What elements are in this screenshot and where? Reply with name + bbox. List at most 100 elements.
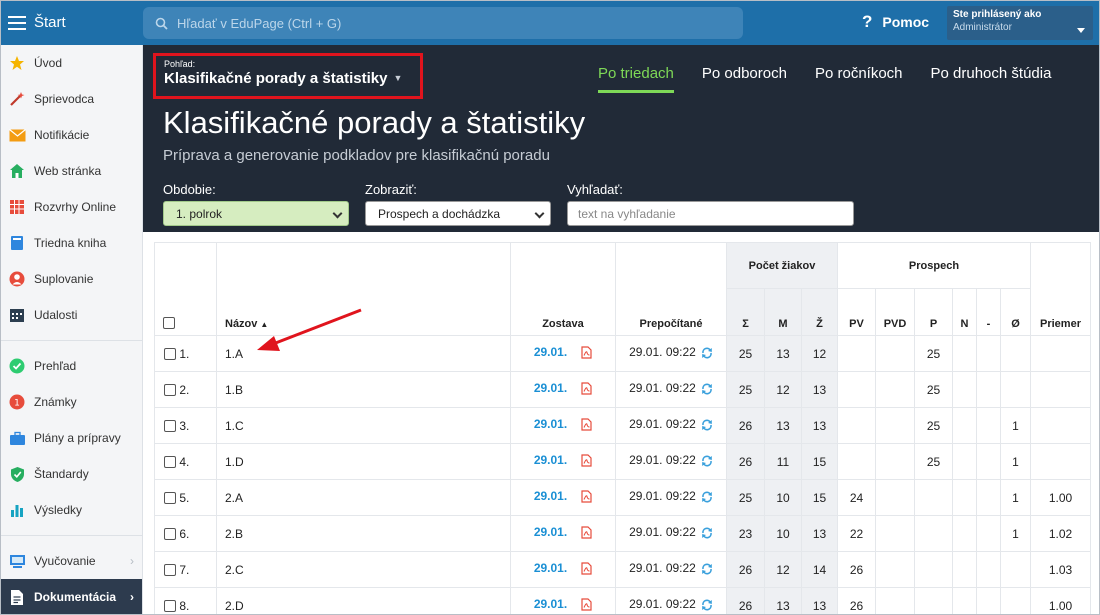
table-row[interactable]: 5. 2.A 29.01. 29.01. 09:22 25 10 15 24 1 1.00: [154, 479, 1091, 516]
zobrazit-select[interactable]: Prospech a dochádzka: [365, 201, 551, 226]
cell-dash: [976, 551, 1001, 588]
zostava-link[interactable]: 29.01.: [534, 489, 567, 503]
zostava-link[interactable]: 29.01.: [534, 561, 567, 575]
class-name[interactable]: 2.B: [216, 515, 511, 552]
row-select-cell: 2.: [154, 371, 217, 408]
sidebar-item-dokumentacia[interactable]: Dokumentácia ›: [0, 579, 142, 615]
zostava-link[interactable]: 29.01.: [534, 597, 567, 611]
refresh-icon[interactable]: [701, 347, 713, 362]
table-row[interactable]: 1. 1.A 29.01. 29.01. 09:22 25 13 12 25: [154, 335, 1091, 372]
user-menu[interactable]: Ste prihlásený ako Administrátor: [947, 6, 1093, 40]
obdobie-select[interactable]: 1. polrok: [163, 201, 349, 226]
sidebar-item-vyucovanie[interactable]: Vyučovanie ›: [0, 543, 142, 579]
pdf-icon[interactable]: [581, 346, 592, 362]
bar-chart-icon: [8, 501, 26, 519]
refresh-icon[interactable]: [701, 527, 713, 542]
prepocitane-value: 29.01. 09:22: [629, 561, 696, 575]
tab-po-druhoch-studia[interactable]: Po druhoch štúdia: [931, 65, 1052, 93]
refresh-icon[interactable]: [701, 383, 713, 398]
cell-sum: 26: [726, 443, 765, 480]
column-n: N: [952, 288, 977, 336]
cell-n: [952, 371, 977, 408]
pdf-icon[interactable]: [581, 562, 592, 578]
zostava-link[interactable]: 29.01.: [534, 381, 567, 395]
cell-n: [952, 335, 977, 372]
zostava-link[interactable]: 29.01.: [534, 525, 567, 539]
sidebar-item-uvod[interactable]: Úvod: [0, 45, 142, 81]
sidebar-item-rozvrhy-online[interactable]: Rozvrhy Online: [0, 189, 142, 225]
column-nazov[interactable]: Názov ▲: [216, 242, 511, 336]
pdf-icon[interactable]: [581, 382, 592, 398]
zostava-link[interactable]: 29.01.: [534, 417, 567, 431]
row-checkbox[interactable]: [164, 455, 176, 468]
sidebar-divider: [0, 333, 142, 341]
sidebar-item-web-stranka[interactable]: Web stránka: [0, 153, 142, 189]
class-name[interactable]: 2.A: [216, 479, 511, 516]
sidebar-item-sprievodca[interactable]: Sprievodca: [0, 81, 142, 117]
hamburger-icon: [8, 15, 26, 30]
row-checkbox[interactable]: [164, 383, 176, 396]
sidebar-item-vysledky[interactable]: Výsledky: [0, 492, 142, 528]
class-name[interactable]: 1.D: [216, 443, 511, 480]
sidebar-item-prehlad[interactable]: Prehľad: [0, 348, 142, 384]
table-row[interactable]: 3. 1.C 29.01. 29.01. 09:22 26 13 13 25 1: [154, 407, 1091, 444]
cell-pvd: [875, 371, 915, 408]
select-all-checkbox[interactable]: [163, 317, 175, 329]
cell-pvd: [875, 515, 915, 552]
sidebar-item-plany-a-pripravy[interactable]: Plány a prípravy: [0, 420, 142, 456]
refresh-icon[interactable]: [701, 563, 713, 578]
table-row[interactable]: 2. 1.B 29.01. 29.01. 09:22 25 12 13 25: [154, 371, 1091, 408]
tab-po-rocnikoch[interactable]: Po ročníkoch: [815, 65, 903, 93]
cell-p: [914, 515, 953, 552]
class-name[interactable]: 1.B: [216, 371, 511, 408]
cell-z: 13: [801, 587, 838, 615]
zostava-link[interactable]: 29.01.: [534, 345, 567, 359]
help-button[interactable]: ? Pomoc: [862, 12, 929, 32]
refresh-icon[interactable]: [701, 491, 713, 506]
tab-po-triedach[interactable]: Po triedach: [598, 65, 674, 93]
class-name[interactable]: 2.C: [216, 551, 511, 588]
column-prepocitane: Prepočítané: [615, 242, 727, 336]
zostava-link[interactable]: 29.01.: [534, 453, 567, 467]
page-header: Pohľad: Klasifikačné porady a štatistiky…: [143, 45, 1100, 232]
row-checkbox[interactable]: [164, 599, 176, 612]
vyhladat-input[interactable]: text na vyhľadanie: [567, 201, 854, 226]
pdf-icon[interactable]: [581, 454, 592, 470]
table-row[interactable]: 6. 2.B 29.01. 29.01. 09:22 23 10 13 22 1 1.02: [154, 515, 1091, 552]
table-row[interactable]: 8. 2.D 29.01. 29.01. 09:22 26 13 13 26 1.00: [154, 587, 1091, 615]
class-name[interactable]: 2.D: [216, 587, 511, 615]
row-checkbox[interactable]: [164, 491, 176, 504]
table-row[interactable]: 4. 1.D 29.01. 29.01. 09:22 26 11 15 25 1: [154, 443, 1091, 480]
sidebar-item-standardy[interactable]: Štandardy: [0, 456, 142, 492]
cell-z: 14: [801, 551, 838, 588]
sidebar-item-triedna-kniha[interactable]: Triedna kniha: [0, 225, 142, 261]
global-search-input[interactable]: Hľadať v EduPage (Ctrl + G): [143, 7, 743, 39]
table-row[interactable]: 7. 2.C 29.01. 29.01. 09:22 26 12 14 26 1.03: [154, 551, 1091, 588]
sidebar-item-label: Triedna kniha: [34, 236, 107, 250]
row-checkbox[interactable]: [164, 527, 176, 540]
tab-po-odboroch[interactable]: Po odboroch: [702, 65, 787, 93]
sidebar-item-notifikacie[interactable]: Notifikácie: [0, 117, 142, 153]
sidebar-item-udalosti[interactable]: Udalosti: [0, 297, 142, 333]
view-selector-caption: Pohľad:: [164, 59, 196, 69]
view-selector[interactable]: Pohľad: Klasifikačné porady a štatistiky…: [153, 53, 423, 99]
pdf-icon[interactable]: [581, 526, 592, 542]
cell-pv: [837, 443, 876, 480]
sidebar-item-znamky[interactable]: 1 Známky: [0, 384, 142, 420]
star-icon: [8, 54, 26, 72]
row-checkbox[interactable]: [164, 563, 176, 576]
refresh-icon[interactable]: [701, 455, 713, 470]
cell-priemer: 1.00: [1030, 479, 1091, 516]
class-name[interactable]: 1.A: [216, 335, 511, 372]
class-name[interactable]: 1.C: [216, 407, 511, 444]
row-checkbox[interactable]: [164, 419, 176, 432]
pdf-icon[interactable]: [581, 418, 592, 434]
refresh-icon[interactable]: [701, 599, 713, 614]
sidebar-item-suplovanie[interactable]: Suplovanie: [0, 261, 142, 297]
select-all-cell: [154, 242, 217, 336]
start-menu-button[interactable]: Štart: [0, 0, 143, 45]
pdf-icon[interactable]: [581, 598, 592, 614]
pdf-icon[interactable]: [581, 490, 592, 506]
row-checkbox[interactable]: [164, 347, 176, 360]
refresh-icon[interactable]: [701, 419, 713, 434]
